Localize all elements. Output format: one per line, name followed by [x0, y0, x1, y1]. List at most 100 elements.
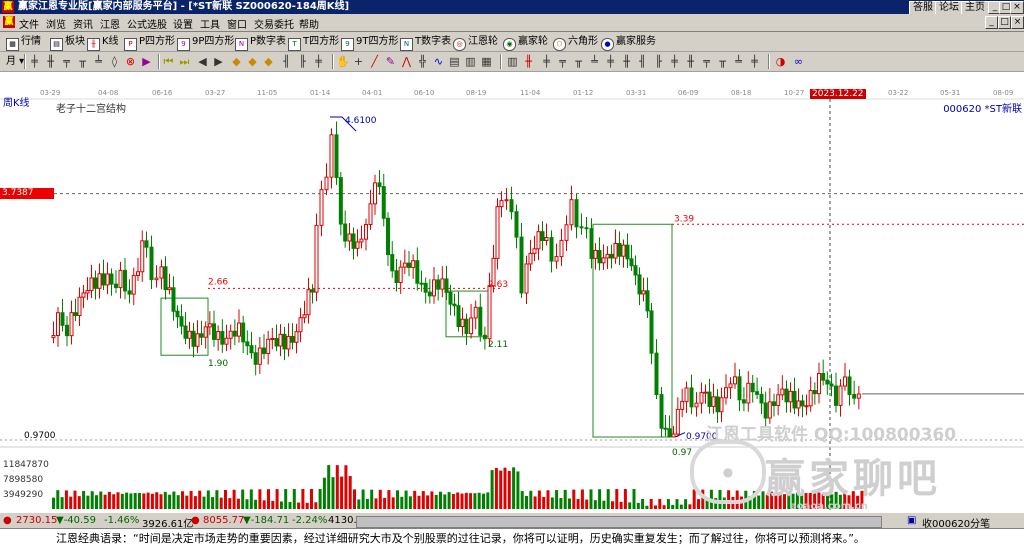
chart-tool-icon[interactable]: ▥ [464, 55, 477, 68]
mdi-close-button[interactable]: × [1011, 16, 1024, 29]
9p-square-button[interactable]: 9 9P四方形 [177, 34, 234, 51]
candle-body [784, 388, 789, 403]
menu-file[interactable]: 文件 [19, 16, 39, 31]
chart-tool-icon[interactable]: ╤ [700, 55, 713, 68]
chart-tool-icon[interactable]: ▦ [480, 55, 493, 68]
volume-bar [585, 499, 589, 509]
color-icon[interactable]: ◑ [774, 55, 787, 68]
candle-body [847, 376, 852, 395]
menu-formula-select[interactable]: 公式选股 [127, 16, 167, 31]
chart-tool-icon[interactable]: ╧ [92, 55, 105, 68]
date-tick: 04-08 [98, 89, 119, 97]
chart-tool-icon[interactable]: ▶ [140, 55, 153, 68]
volume-bar [645, 505, 649, 509]
t-square-button[interactable]: T T四方形 [288, 34, 339, 51]
candle-body [767, 401, 772, 419]
last-icon[interactable]: ⏭ [178, 55, 191, 68]
hand-icon[interactable]: ✋ [336, 55, 350, 68]
price-annotation: 2.66 [208, 277, 228, 287]
sector-button[interactable]: ▤ 板块 [50, 34, 85, 51]
volume-bar [271, 500, 275, 509]
candle-body [154, 277, 159, 281]
9t-square-button[interactable]: 9 9T四方形 [341, 34, 398, 51]
chart-tool-icon[interactable]: ╫ [684, 55, 697, 68]
crosshair-icon[interactable]: + [352, 55, 365, 68]
menu-settings[interactable]: 设置 [173, 16, 193, 31]
chart-tool-icon[interactable]: ◊ [108, 55, 121, 68]
volume-bar [490, 470, 494, 509]
quotes-button[interactable]: ▦ 行情 [6, 34, 41, 51]
gann-wheel-button[interactable]: ◎ 江恩轮 [453, 34, 498, 51]
chart-tool-icon[interactable]: ⊗ [124, 55, 137, 68]
infinity-icon[interactable]: ∞ [792, 55, 805, 68]
chart-tool-icon[interactable]: ╪ [668, 55, 681, 68]
candle-body [187, 330, 192, 339]
quick-link-forum[interactable]: 论坛 [935, 1, 963, 15]
chart-tool-icon[interactable]: ╤ [60, 55, 73, 68]
hexagon-button[interactable]: ⬡ 六角形 [553, 34, 598, 51]
candle-body [282, 333, 287, 350]
chart-tool-icon[interactable]: ▤ [448, 55, 461, 68]
chart-tool-icon[interactable]: ╢ [280, 55, 293, 68]
zoom-reset-icon[interactable]: ◆ [262, 55, 275, 68]
volume-bar [666, 499, 670, 509]
pen-icon[interactable]: ✎ [384, 55, 397, 68]
candle-body [478, 306, 483, 336]
chart-tool-icon[interactable]: ╫ [522, 55, 535, 68]
mdi-restore-button[interactable]: □ [998, 16, 1011, 29]
chart-tool-icon[interactable]: ╧ [588, 55, 601, 68]
chart-tool-icon[interactable]: ╥ [572, 55, 585, 68]
menu-tools[interactable]: 工具 [200, 16, 220, 31]
chart-tool-icon[interactable]: ╪ [312, 55, 325, 68]
line-tool-icon[interactable]: ╱ [368, 55, 381, 68]
zoom-in-icon[interactable]: ◆ [230, 55, 243, 68]
mdi-minimize-button[interactable]: _ [985, 16, 998, 29]
volume-bar [426, 495, 430, 509]
volume-bar [365, 498, 369, 509]
chart-tool-icon[interactable]: ╧ [732, 55, 745, 68]
horizontal-scrollbar[interactable] [356, 516, 882, 528]
close-button[interactable]: × [1010, 1, 1024, 14]
quick-link-home[interactable]: 主页 [961, 1, 989, 15]
chart-tool-icon[interactable]: ╟ [296, 55, 309, 68]
t-number-table-button[interactable]: N T数字表 [400, 34, 451, 51]
chart-tool-icon[interactable]: ╫ [620, 55, 633, 68]
chart-tool-icon[interactable]: ╫ [44, 55, 57, 68]
quick-link-answers[interactable]: 答服 [909, 1, 937, 15]
menu-browse[interactable]: 浏览 [46, 16, 66, 31]
chart-tool-icon[interactable]: ╪ [28, 55, 41, 68]
chart-tool-icon[interactable]: ╪ [540, 55, 553, 68]
chart-tool-icon[interactable]: ╪ [748, 55, 761, 68]
chart-tool-icon[interactable]: ╥ [716, 55, 729, 68]
p-square-button[interactable]: P P四方形 [124, 34, 175, 51]
volume-bar [550, 497, 554, 509]
winner-wheel-button[interactable]: ◉ 赢家轮 [503, 34, 548, 51]
date-tick: 08-09 [993, 89, 1014, 97]
winner-service-button[interactable]: ● 赢家服务 [601, 34, 656, 51]
menu-app-icon[interactable]: 赢 [3, 16, 15, 28]
prev-icon[interactable]: ◀ [196, 55, 209, 68]
p-number-table-button[interactable]: N P数字表 [235, 34, 286, 51]
menu-info[interactable]: 资讯 [73, 16, 93, 31]
menu-help[interactable]: 帮助 [299, 16, 319, 31]
fan-icon[interactable]: ⋀ [400, 55, 413, 68]
watermark-url: aoaoa.com.cn [790, 501, 868, 512]
chart-tool-icon[interactable]: ╢ [636, 55, 649, 68]
kline-button[interactable]: ╫ K线 [87, 34, 119, 51]
next-icon[interactable]: ▶ [212, 55, 225, 68]
chart-tool-icon[interactable]: ╟ [652, 55, 665, 68]
menu-trade[interactable]: 交易委托 [254, 16, 294, 31]
zoom-out-icon[interactable]: ◆ [246, 55, 259, 68]
candle-body [199, 333, 204, 338]
chart-tool-icon[interactable]: ╤ [556, 55, 569, 68]
menu-window[interactable]: 窗口 [227, 16, 247, 31]
period-select[interactable]: 月 ▾ [6, 54, 24, 69]
first-icon[interactable]: ⏮ [162, 55, 175, 68]
chart-tool-icon[interactable]: ╪ [604, 55, 617, 68]
chart-tool-icon[interactable]: ╬ [416, 55, 429, 68]
chart-tool-icon[interactable]: ▥ [506, 55, 519, 68]
chart-tool-icon[interactable]: ╥ [76, 55, 89, 68]
menu-gann[interactable]: 江恩 [100, 16, 120, 31]
wave-icon[interactable]: ∿ [432, 55, 445, 68]
candle-body [343, 223, 348, 242]
